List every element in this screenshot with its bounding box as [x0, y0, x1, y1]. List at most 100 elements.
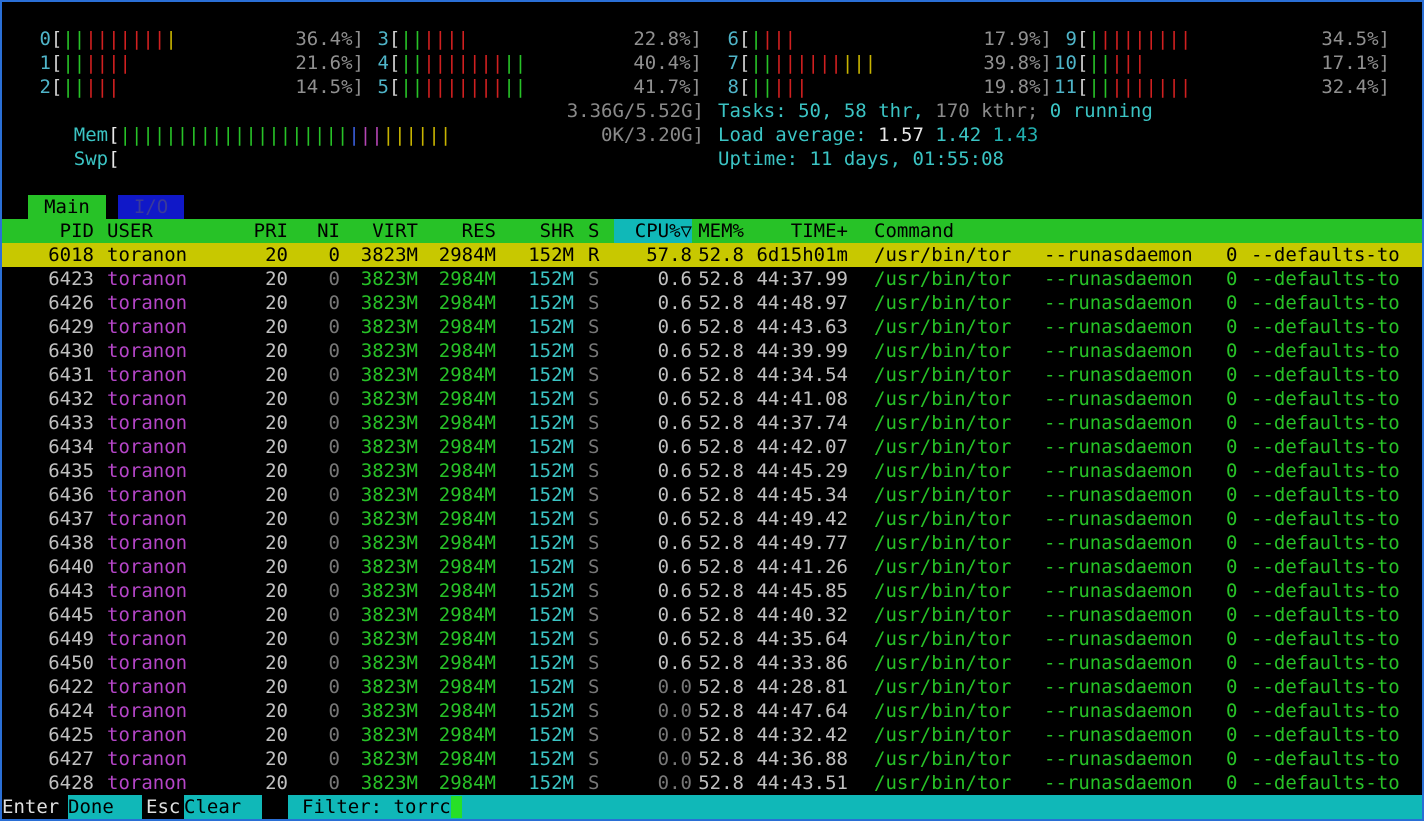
- cell-time: 44:45.29: [756, 460, 848, 482]
- tab-io[interactable]: I/O: [118, 195, 184, 219]
- cell-shr: 152M: [528, 388, 574, 410]
- cell-ni: 0: [328, 316, 340, 338]
- cpu-bars: |||||||||||: [750, 52, 877, 74]
- cell-s: S: [588, 748, 600, 770]
- table-row[interactable]: 6423 toranon 20 0 3823M 2984M 152M S 0.6 52.8 44:3…: [2, 267, 1422, 291]
- table-row[interactable]: 6434 toranon 20 0 3823M 2984M 152M S 0.6 52.8 44:4…: [2, 435, 1422, 459]
- cell-cmd1: /usr/bin/tor: [874, 388, 1012, 410]
- key-enter[interactable]: Enter: [2, 795, 60, 819]
- cell-cpu: 0.6: [657, 604, 692, 626]
- cell-s: S: [588, 292, 600, 314]
- cell-s: S: [588, 508, 600, 530]
- table-row[interactable]: 6428 toranon 20 0 3823M 2984M 152M S 0.0 52.8 44:4…: [2, 771, 1422, 795]
- cell-mem: 52.8: [698, 460, 744, 482]
- cell-shr: 152M: [528, 316, 574, 338]
- col-virt[interactable]: VIRT: [350, 219, 418, 243]
- col-res[interactable]: RES: [428, 219, 496, 243]
- table-row[interactable]: 6425 toranon 20 0 3823M 2984M 152M S 0.0 52.8 44:3…: [2, 723, 1422, 747]
- table-row[interactable]: 6429 toranon 20 0 3823M 2984M 152M S 0.6 52.8 44:4…: [2, 315, 1422, 339]
- table-row[interactable]: 6449 toranon 20 0 3823M 2984M 152M S 0.6 52.8 44:3…: [2, 627, 1422, 651]
- cell-cpu: 0.6: [657, 532, 692, 554]
- cell-cmd3: 0: [1226, 268, 1238, 290]
- cell-mem: 52.8: [698, 556, 744, 578]
- swp-value: 0K/3.20G]: [601, 124, 704, 146]
- table-row[interactable]: 6427 toranon 20 0 3823M 2984M 152M S 0.0 52.8 44:3…: [2, 747, 1422, 771]
- cell-ni: 0: [328, 652, 340, 674]
- cell-ni: 0: [328, 268, 340, 290]
- cpu-bars: ||||||: [62, 52, 131, 74]
- cpu-bars: |||||: [1088, 52, 1146, 74]
- cell-mem: 52.8: [698, 508, 744, 530]
- cell-time: 44:42.07: [756, 436, 848, 458]
- cell-cmd2: --runasdaemon: [1044, 748, 1193, 770]
- cell-time: 44:28.81: [756, 676, 848, 698]
- table-row[interactable]: 6445 toranon 20 0 3823M 2984M 152M S 0.6 52.8 44:4…: [2, 603, 1422, 627]
- cell-pid: 6437: [48, 508, 94, 530]
- cell-cmd1: /usr/bin/tor: [874, 604, 1012, 626]
- cell-pid: 6443: [48, 580, 94, 602]
- cell-pid: 6430: [48, 340, 94, 362]
- key-esc[interactable]: Esc: [146, 795, 181, 819]
- cpu-percent: 41.7%]: [633, 76, 702, 98]
- cell-pri: 20: [265, 460, 288, 482]
- table-row[interactable]: 6433 toranon 20 0 3823M 2984M 152M S 0.6 52.8 44:3…: [2, 411, 1422, 435]
- cell-user: toranon: [107, 316, 188, 338]
- cell-pid: 6426: [48, 292, 94, 314]
- cell-ni: 0: [328, 580, 340, 602]
- cpu-percent: 34.5%]: [1321, 28, 1390, 50]
- cell-cmd3: 0: [1226, 652, 1238, 674]
- table-row[interactable]: 6424 toranon 20 0 3823M 2984M 152M S 0.0 52.8 44:4…: [2, 699, 1422, 723]
- table-row[interactable]: 6432 toranon 20 0 3823M 2984M 152M S 0.6 52.8 44:4…: [2, 387, 1422, 411]
- table-row[interactable]: 6435 toranon 20 0 3823M 2984M 152M S 0.6 52.8 44:4…: [2, 459, 1422, 483]
- cpu-meter-2: 2[||||| 14.5%]: [28, 76, 364, 98]
- table-row[interactable]: 6438 toranon 20 0 3823M 2984M 152M S 0.6 52.8 44:4…: [2, 531, 1422, 555]
- col-cpu[interactable]: CPU%▽: [614, 219, 692, 243]
- mem-meter: Mem[||||||||||||||||||||||||||||| 3.36G/5…: [73, 100, 704, 146]
- filter-bar[interactable]: Filter: torrc: [288, 795, 1422, 819]
- cell-cmd3: 0: [1226, 364, 1238, 386]
- table-row[interactable]: 6422 toranon 20 0 3823M 2984M 152M S 0.0 52.8 44:2…: [2, 675, 1422, 699]
- tab-main[interactable]: Main: [28, 195, 106, 219]
- load-average-line: Load average: 1.57 1.42 1.43: [718, 124, 1039, 146]
- col-state[interactable]: S: [588, 219, 599, 243]
- table-row[interactable]: 6440 toranon 20 0 3823M 2984M 152M S 0.6 52.8 44:4…: [2, 555, 1422, 579]
- action-clear[interactable]: Clear: [184, 795, 262, 819]
- cell-user: toranon: [107, 652, 188, 674]
- cell-user: toranon: [107, 772, 188, 794]
- filter-input[interactable]: torrc: [394, 796, 451, 818]
- table-row[interactable]: 6018 toranon 20 0 3823M 2984M 152M R 57.8 52.8 6d1…: [2, 243, 1422, 267]
- cell-s: S: [588, 436, 600, 458]
- table-row[interactable]: 6431 toranon 20 0 3823M 2984M 152M S 0.6 52.8 44:3…: [2, 363, 1422, 387]
- cell-ni: 0: [328, 412, 340, 434]
- table-row[interactable]: 6443 toranon 20 0 3823M 2984M 152M S 0.6 52.8 44:4…: [2, 579, 1422, 603]
- cell-cpu: 0.6: [657, 268, 692, 290]
- col-ni[interactable]: NI: [298, 219, 340, 243]
- table-row[interactable]: 6436 toranon 20 0 3823M 2984M 152M S 0.6 52.8 44:4…: [2, 483, 1422, 507]
- cell-cpu: 0.0: [657, 676, 692, 698]
- cell-cmd4: --defaults-to: [1251, 580, 1400, 602]
- cell-pri: 20: [265, 580, 288, 602]
- col-pri[interactable]: PRI: [232, 219, 288, 243]
- table-row[interactable]: 6430 toranon 20 0 3823M 2984M 152M S 0.6 52.8 44:3…: [2, 339, 1422, 363]
- cell-cmd1: /usr/bin/tor: [874, 292, 1012, 314]
- cell-res: 2984M: [438, 580, 496, 602]
- col-command[interactable]: Command: [874, 219, 954, 243]
- col-shr[interactable]: SHR: [506, 219, 574, 243]
- cell-cpu: 0.6: [657, 316, 692, 338]
- cell-ni: 0: [328, 724, 340, 746]
- cell-virt: 3823M: [360, 580, 418, 602]
- action-done[interactable]: Done: [68, 795, 142, 819]
- table-row[interactable]: 6437 toranon 20 0 3823M 2984M 152M S 0.6 52.8 44:4…: [2, 507, 1422, 531]
- col-time[interactable]: TIME+: [754, 219, 848, 243]
- cell-cmd3: 0: [1226, 748, 1238, 770]
- cell-cmd4: --defaults-to: [1251, 484, 1400, 506]
- cell-mem: 52.8: [698, 388, 744, 410]
- cell-ni: 0: [328, 436, 340, 458]
- col-user[interactable]: USER: [107, 219, 153, 243]
- col-pid[interactable]: PID: [2, 219, 94, 243]
- cell-cmd3: 0: [1226, 436, 1238, 458]
- table-row[interactable]: 6450 toranon 20 0 3823M 2984M 152M S 0.6 52.8 44:3…: [2, 651, 1422, 675]
- col-mem[interactable]: MEM%: [692, 219, 744, 243]
- cell-pid: 6445: [48, 604, 94, 626]
- table-row[interactable]: 6426 toranon 20 0 3823M 2984M 152M S 0.6 52.8 44:4…: [2, 291, 1422, 315]
